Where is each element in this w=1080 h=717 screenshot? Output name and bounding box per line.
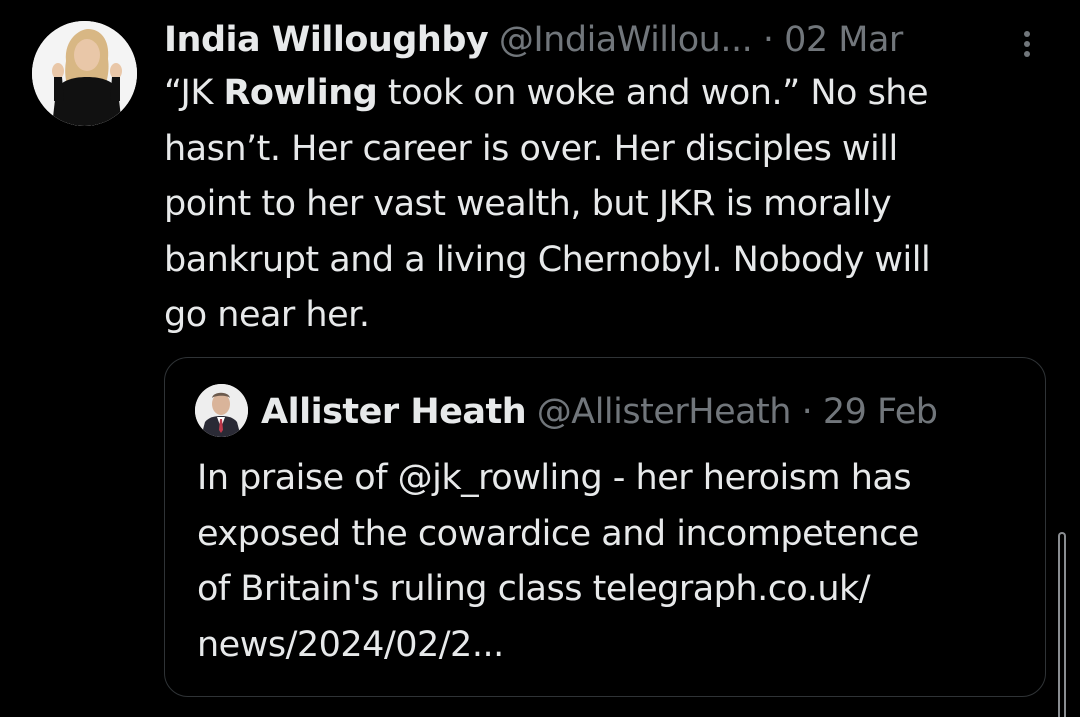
post-text: “JK Rowling took on woke and won.” No sh… [164,66,1044,344]
post-date[interactable]: · 02 Mar [763,20,903,60]
quote-date[interactable]: · 29 Feb [802,392,938,432]
post-text-prefix: “JK [164,73,224,113]
quote-author-name[interactable]: Allister Heath [261,392,527,432]
quote-header: Allister Heath @AllisterHeath · 29 Feb [261,388,938,436]
author-avatar[interactable] [32,21,137,126]
more-vertical-icon[interactable] [1016,28,1038,60]
quote-text: In praise of @jk_rowling - her heroism h… [197,458,919,665]
author-name[interactable]: India Willoughby [164,20,489,60]
quote-author-avatar[interactable] [195,384,248,437]
post-header: India Willoughby @IndiaWillou... · 02 Ma… [164,16,1044,64]
post-text-highlight: Rowling [223,73,378,113]
quoted-post-card[interactable]: Allister Heath @AllisterHeath · 29 Feb I… [164,357,1046,697]
scrollbar[interactable] [1058,532,1066,717]
quote-author-handle[interactable]: @AllisterHeath [537,392,792,432]
author-handle[interactable]: @IndiaWillou... [499,20,753,60]
